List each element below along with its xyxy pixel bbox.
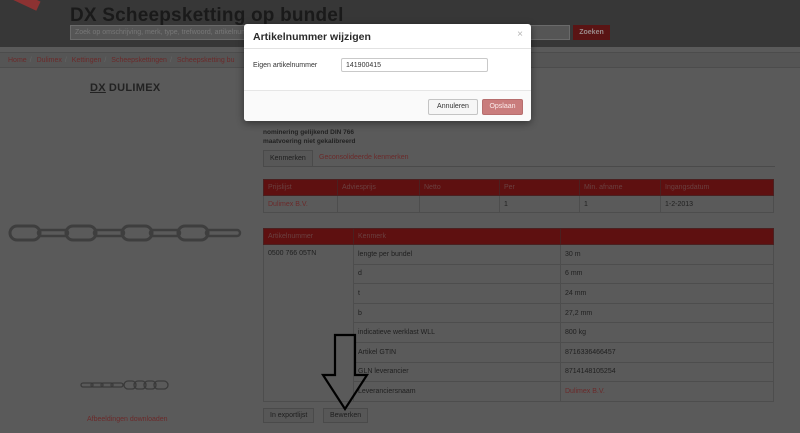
product-description: nominering gelijkend DIN 766 maatvoering… xyxy=(263,128,355,146)
brand-logo: DX DULIMEX xyxy=(90,82,161,94)
dialog-footer: Annuleren Opslaan xyxy=(244,90,531,121)
article-number-label: Eigen artikelnummer xyxy=(253,62,318,69)
chain-image xyxy=(8,224,242,242)
tab-kenmerken[interactable]: Kenmerken xyxy=(263,150,313,167)
spec-key: Leveranciersnaam xyxy=(353,381,561,402)
logo-ribbon xyxy=(0,0,40,10)
column-header xyxy=(560,228,774,245)
column-header: Artikelnummer xyxy=(263,228,354,245)
dialog-title: Artikelnummer wijzigen xyxy=(253,31,371,43)
chain-thumbnail xyxy=(80,380,169,390)
close-icon[interactable]: × xyxy=(517,30,523,40)
table-row: 0500 766 05TN lengte per bundel 30 m xyxy=(263,244,774,402)
download-images-link[interactable]: Afbeeldingen downloaden xyxy=(87,416,168,423)
add-to-export-list-button[interactable]: In exportlijst xyxy=(263,408,315,423)
article-number-input[interactable] xyxy=(341,58,488,72)
save-button[interactable]: Opslaan xyxy=(482,99,523,115)
table-cell: 1 xyxy=(579,195,661,213)
column-header: Prijslijst xyxy=(263,179,338,196)
table-cell xyxy=(419,195,500,213)
table-cell: 1-2-2013 xyxy=(660,195,774,213)
table-cell xyxy=(337,195,420,213)
spec-key: b xyxy=(353,302,561,324)
product-line-1: nominering gelijkend DIN 766 xyxy=(263,129,355,136)
tab-geconsolideerde-kenmerken[interactable]: Geconsolideerde kenmerken xyxy=(313,150,415,167)
spec-key: t xyxy=(353,283,561,304)
spec-value: 8714148105254 xyxy=(560,361,774,383)
tab-divider xyxy=(263,166,775,167)
table-cell: 1 xyxy=(499,195,580,213)
spec-value: 24 mm xyxy=(560,283,774,304)
table-header-row: Artikelnummer Kenmerk xyxy=(263,228,774,245)
breadcrumb-item[interactable]: Scheepsketting bu xyxy=(177,57,235,64)
dialog-header: Artikelnummer wijzigen × xyxy=(244,24,531,49)
cancel-button[interactable]: Annuleren xyxy=(428,99,478,115)
column-header: Ingangsdatum xyxy=(660,179,774,196)
breadcrumb-item[interactable]: Home xyxy=(8,57,27,64)
spec-value: 8716336466457 xyxy=(560,341,774,363)
arrow-down-icon xyxy=(320,333,370,411)
table-cell[interactable]: Dulimex B.V. xyxy=(263,195,338,213)
spec-value: 27,2 mm xyxy=(560,302,774,324)
spec-key: d xyxy=(353,263,561,285)
price-table: Prijslijst Adviesprijs Netto Per Min. af… xyxy=(263,179,774,213)
spec-value: 30 m xyxy=(560,244,774,265)
spec-value: 6 mm xyxy=(560,263,774,285)
table-row: Dulimex B.V. 1 1 1-2-2013 xyxy=(263,195,774,213)
breadcrumb-item[interactable]: Kettingen xyxy=(72,57,102,64)
spec-key: indicatieve werklast WLL xyxy=(353,322,561,343)
spec-value[interactable]: Dulimex B.V. xyxy=(560,381,774,402)
table-header-row: Prijslijst Adviesprijs Netto Per Min. af… xyxy=(263,179,774,196)
column-header: Adviesprijs xyxy=(337,179,420,196)
column-header: Min. afname xyxy=(579,179,661,196)
search-button[interactable]: Zoeken xyxy=(573,25,610,40)
column-header: Netto xyxy=(419,179,500,196)
column-header: Per xyxy=(499,179,580,196)
spec-key: lengte per bundel xyxy=(353,244,561,265)
product-line-2: maatvoering niet gekalibreerd xyxy=(263,138,356,145)
edit-article-number-dialog: Artikelnummer wijzigen × Eigen artikelnu… xyxy=(244,24,531,121)
breadcrumb-item[interactable]: Scheepskettingen xyxy=(111,57,167,64)
column-header: Kenmerk xyxy=(353,228,561,245)
spec-value: 800 kg xyxy=(560,322,774,343)
breadcrumb-item[interactable]: Dulimex xyxy=(37,57,62,64)
spec-key: GLN leverancier xyxy=(353,361,561,383)
spec-key: Artikel GTIN xyxy=(353,341,561,363)
